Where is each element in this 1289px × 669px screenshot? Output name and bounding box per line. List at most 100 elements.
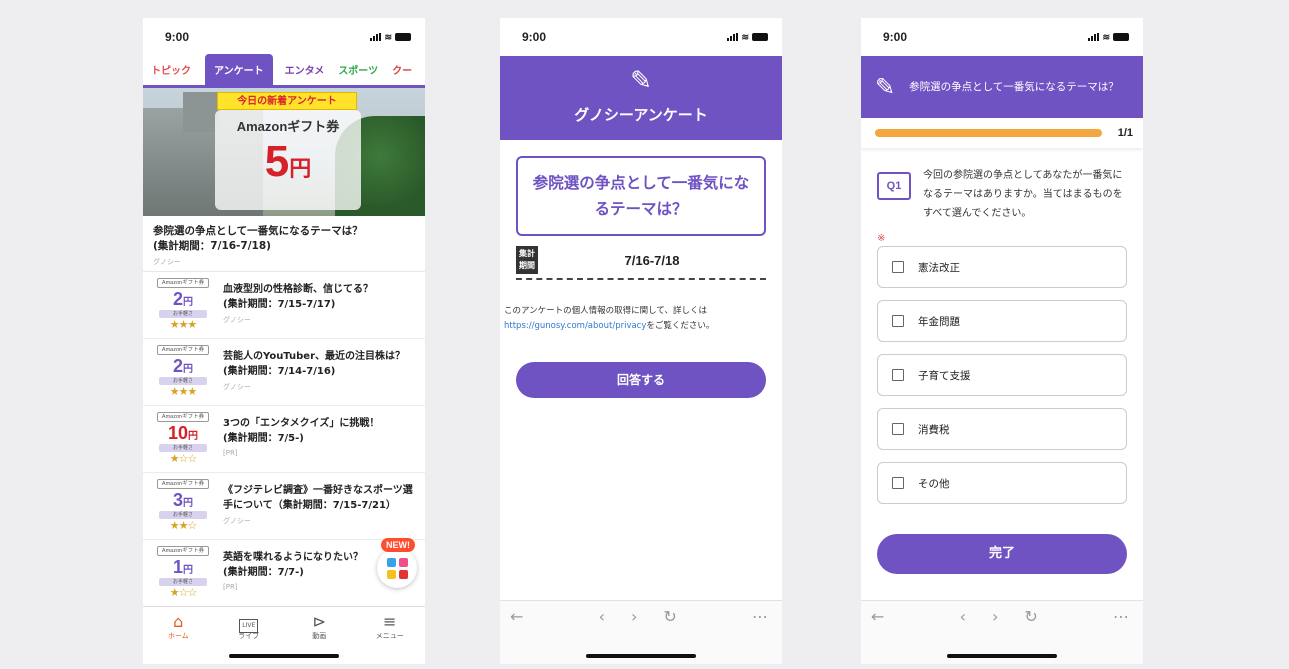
- tab-entertainment[interactable]: エンタメ: [285, 62, 325, 85]
- signal-icon: [370, 33, 382, 41]
- status-bar: 9:00 ≋: [861, 18, 1143, 56]
- status-time: 9:00: [165, 30, 190, 44]
- phone-screen-list: 9:00 ≋ トピック アンケート エンタメ スポーツ クー 今日の新着アンケー…: [143, 18, 425, 664]
- item-title: 芸能人のYouTuber、最近の注目株は？: [223, 351, 406, 362]
- status-bar: 9:00 ≋: [143, 18, 425, 56]
- signal-icon: [727, 33, 739, 41]
- edit-icon: ✎: [630, 66, 652, 96]
- phone-screen-survey-intro: 9:00 ≋ ✎ グノシーアンケート 参院選の争点として一番気になるテーマは？ …: [500, 18, 782, 664]
- tab-topic[interactable]: トピック: [151, 62, 191, 85]
- item-source: [PR]: [223, 449, 238, 457]
- tab-survey[interactable]: アンケート: [205, 54, 273, 85]
- progress-bar: [875, 129, 1102, 137]
- reward-badge: Amazonギフト券 2円 お手軽さ ★★★: [151, 276, 215, 338]
- progress-fill: [875, 129, 1102, 137]
- home-icon: ⌂: [173, 612, 184, 631]
- progress-section: 1/1: [861, 118, 1143, 148]
- featured-period: (集計期間：7/16-7/18): [153, 240, 271, 252]
- reward-badge: Amazonギフト券 10円 お手軽さ ★☆☆: [151, 410, 215, 472]
- list-item[interactable]: Amazonギフト券 3円 お手軽さ ★★☆ 《フジテレビ調査》一番好きなスポー…: [143, 473, 425, 540]
- close-arrow-icon[interactable]: ←: [510, 607, 523, 626]
- more-icon[interactable]: ⋯: [1113, 607, 1129, 626]
- status-bar: 9:00 ≋: [500, 18, 782, 56]
- checkbox-icon: [892, 477, 904, 489]
- phone-screen-question: 9:00 ≋ ✎ 参院選の争点として一番気になるテーマは？ 1/1 Q1 今回の…: [861, 18, 1143, 664]
- tab-coupon[interactable]: クー: [392, 62, 412, 85]
- list-item[interactable]: Amazonギフト券 10円 お手軽さ ★☆☆ 3つの「エンタメクイズ」に挑戦！…: [143, 406, 425, 473]
- nav-home[interactable]: ⌂ ホーム: [143, 607, 214, 664]
- item-source: グノシー: [223, 383, 251, 391]
- option-checkbox[interactable]: 年金問題: [877, 300, 1127, 342]
- category-tabs: トピック アンケート エンタメ スポーツ クー: [143, 54, 425, 88]
- gift-name: Amazonギフト券: [236, 119, 340, 134]
- question-header: ✎ 参院選の争点として一番気になるテーマは？: [861, 56, 1143, 118]
- item-source: グノシー: [223, 517, 251, 525]
- forward-icon[interactable]: ›: [992, 607, 998, 626]
- close-arrow-icon[interactable]: ←: [871, 607, 884, 626]
- signal-icon: [1088, 33, 1100, 41]
- battery-icon: [1113, 33, 1129, 41]
- header-title: 参院選の争点として一番気になるテーマは？: [909, 81, 1119, 93]
- list-item[interactable]: Amazonギフト券 2円 お手軽さ ★★★ 血液型別の性格診断、信じてる？ (…: [143, 272, 425, 339]
- reload-icon[interactable]: ↻: [663, 607, 676, 626]
- list-item[interactable]: Amazonギフト券 2円 お手軽さ ★★★ 芸能人のYouTuber、最近の注…: [143, 339, 425, 406]
- featured-source: グノシー: [153, 258, 181, 266]
- checkbox-icon: [892, 261, 904, 273]
- reward-badge: Amazonギフト券 2円 お手軽さ ★★★: [151, 343, 215, 405]
- battery-icon: [395, 33, 411, 41]
- survey-header: ✎ グノシーアンケート: [500, 56, 782, 140]
- forward-icon[interactable]: ›: [631, 607, 637, 626]
- status-time: 9:00: [522, 30, 547, 44]
- wifi-icon: ≋: [741, 31, 749, 42]
- browser-toolbar: ← ‹ › ↻ ⋯: [500, 600, 782, 664]
- edit-icon: ✎: [875, 73, 896, 101]
- header-title: グノシーアンケート: [574, 106, 708, 124]
- reward-badge: Amazonギフト券 3円 お手軽さ ★★☆: [151, 477, 215, 539]
- featured-banner[interactable]: 今日の新着アンケート Amazonギフト券 5円: [143, 88, 425, 216]
- reload-icon[interactable]: ↻: [1024, 607, 1037, 626]
- question-tag: Q1: [877, 172, 911, 200]
- apps-grid-button[interactable]: [377, 548, 417, 588]
- option-checkbox[interactable]: 消費税: [877, 408, 1127, 450]
- item-period: (集計期間：7/5-): [223, 433, 304, 444]
- item-title: 血液型別の性格診断、信じてる？: [223, 284, 373, 295]
- difficulty-stars: ★☆☆: [169, 586, 198, 599]
- nav-menu[interactable]: ≡ メニュー: [355, 607, 426, 664]
- item-period: (集計期間：7/15-7/17): [223, 299, 336, 310]
- gift-amount-box: Amazonギフト券 5円: [215, 110, 361, 210]
- required-mark: ※: [877, 233, 886, 244]
- back-icon[interactable]: ‹: [960, 607, 966, 626]
- item-source: グノシー: [223, 316, 251, 324]
- play-icon: ⊳: [312, 612, 326, 631]
- period-dates: 7/16-7/18: [624, 252, 680, 268]
- done-button[interactable]: 完了: [877, 534, 1127, 574]
- period-label: 集計期間: [516, 246, 538, 274]
- checkbox-icon: [892, 369, 904, 381]
- option-checkbox[interactable]: 憲法改正: [877, 246, 1127, 288]
- survey-period: 集計期間 7/16-7/18: [516, 246, 766, 280]
- question-text: 今回の参院選の争点としてあなたが一番気になるテーマはありますか。当てはまるものを…: [923, 170, 1123, 219]
- privacy-notice: このアンケートの個人情報の取得に関して、詳しくはhttps://gunosy.c…: [504, 306, 715, 331]
- reward-badge: Amazonギフト券 1円 お手軽さ ★☆☆: [151, 544, 215, 606]
- tab-sports[interactable]: スポーツ: [338, 62, 378, 85]
- answer-button[interactable]: 回答する: [516, 362, 766, 398]
- difficulty-stars: ★★★: [169, 385, 198, 398]
- status-time: 9:00: [883, 30, 908, 44]
- option-checkbox[interactable]: 子育て支援: [877, 354, 1127, 396]
- option-checkbox[interactable]: その他: [877, 462, 1127, 504]
- difficulty-stars: ★☆☆: [169, 452, 198, 465]
- featured-title: 参院選の争点として一番気になるテーマは？: [153, 225, 363, 237]
- home-indicator: [947, 654, 1057, 658]
- question-block: Q1 今回の参院選の争点としてあなたが一番気になるテーマはありますか。当てはまる…: [861, 148, 1143, 223]
- more-icon[interactable]: ⋯: [752, 607, 768, 626]
- wifi-icon: ≋: [1102, 31, 1110, 42]
- privacy-link[interactable]: https://gunosy.com/about/privacy: [504, 321, 646, 331]
- battery-icon: [752, 33, 768, 41]
- item-title: 3つの「エンタメクイズ」に挑戦！: [223, 418, 380, 429]
- back-icon[interactable]: ‹: [599, 607, 605, 626]
- difficulty-stars: ★★★: [169, 318, 198, 331]
- featured-article[interactable]: 参院選の争点として一番気になるテーマは？ (集計期間：7/16-7/18) グノ…: [143, 216, 425, 272]
- browser-toolbar: ← ‹ › ↻ ⋯: [861, 600, 1143, 664]
- checkbox-icon: [892, 423, 904, 435]
- gift-unit: 円: [289, 156, 312, 181]
